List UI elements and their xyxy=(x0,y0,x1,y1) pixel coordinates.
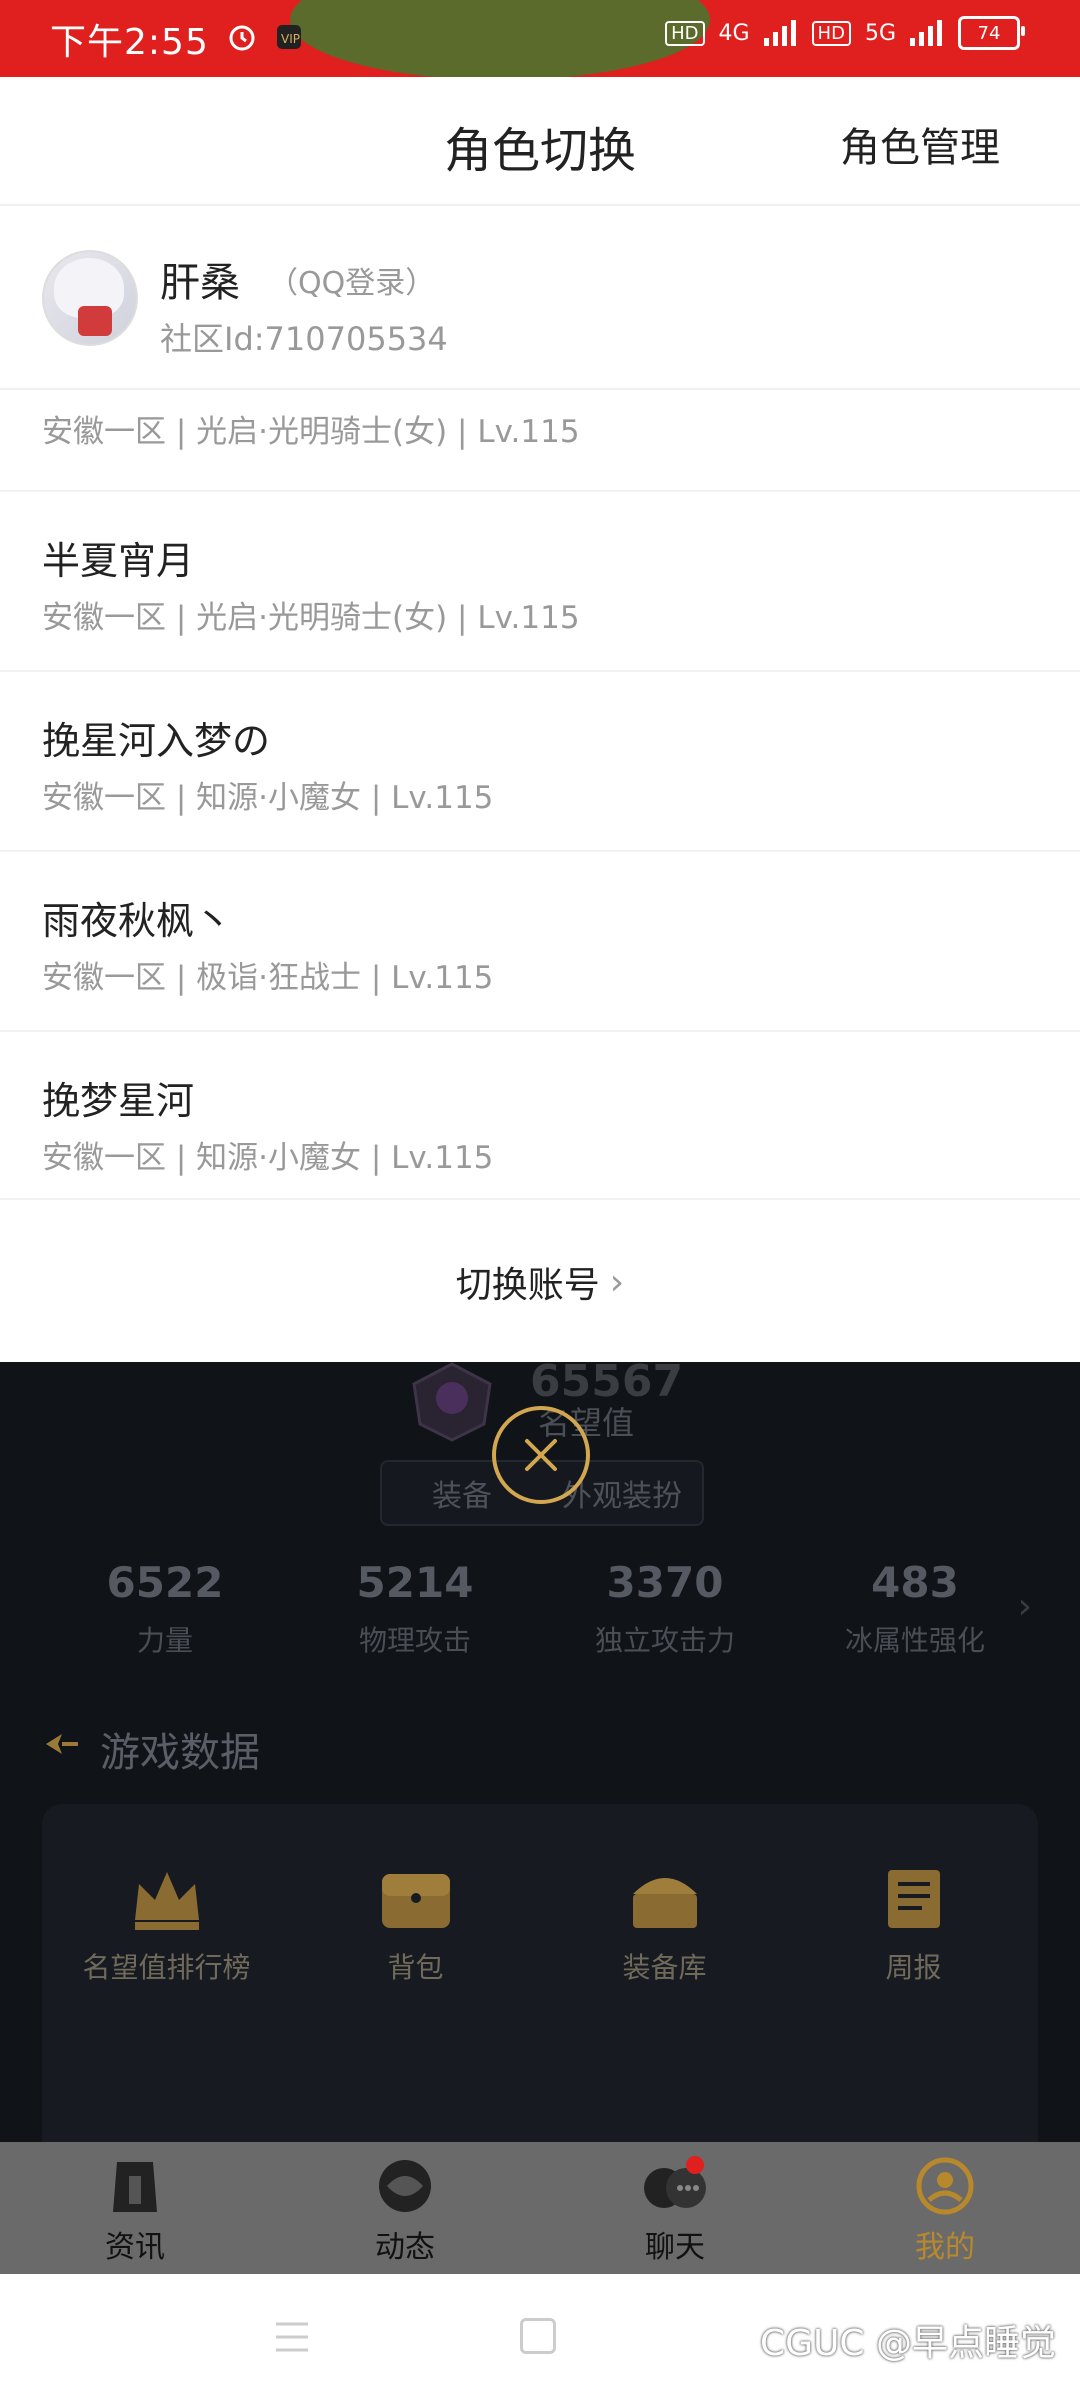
network-5g: 5G xyxy=(864,20,896,46)
account-name: 肝桑 xyxy=(160,260,240,306)
grid-item-weekly[interactable]: 周报 xyxy=(789,1864,1038,1986)
stat-label: 冰属性强化 xyxy=(844,1624,985,1657)
stat-value: 6522 xyxy=(106,1558,224,1607)
role-switch-sheet: 角色切换 角色管理 肝桑 （QQ登录） 社区Id:710705534 安徽一区 … xyxy=(0,77,1080,1362)
role-info: 安徽一区 | 光启·光明骑士(女) | Lv.115 xyxy=(42,414,580,450)
signal-icon xyxy=(763,20,796,46)
status-time: 下午2:55 xyxy=(50,21,209,63)
alarm-icon xyxy=(227,22,257,56)
hd-badge: HD xyxy=(665,20,705,46)
arrow-spark-icon xyxy=(46,1734,78,1754)
network-4g: 4G xyxy=(718,20,750,46)
switch-account-label: 切换账号 xyxy=(455,1265,600,1306)
scroll-icon xyxy=(887,1870,940,1928)
tab-label: 动态 xyxy=(375,2230,435,2265)
switch-account-button[interactable]: 切换账号 › xyxy=(0,1200,1080,1364)
notification-dot xyxy=(686,2156,704,2174)
vip-app-icon: VIP xyxy=(275,23,303,55)
role-item[interactable]: 雨夜秋枫丶 安徽一区 | 极诣·狂战士 | Lv.115 xyxy=(0,852,1080,1032)
close-icon xyxy=(525,1439,557,1471)
grid-item-bag[interactable]: 背包 xyxy=(291,1864,540,1986)
stat-item: 6522 力量 xyxy=(40,1558,290,1659)
community-id: 社区Id:710705534 xyxy=(160,320,448,358)
bag-icon xyxy=(381,1874,450,1928)
role-name: 挽梦星河 xyxy=(42,1079,195,1123)
role-item[interactable]: 半夏宵月 安徽一区 | 光启·光明骑士(女) | Lv.115 xyxy=(0,492,1080,672)
role-info: 安徽一区 | 极诣·狂战士 | Lv.115 xyxy=(42,960,494,996)
account-login-type: （QQ登录） xyxy=(268,266,436,301)
grid-item-label: 装备库 xyxy=(622,1951,707,1984)
sheet-header: 角色切换 角色管理 xyxy=(0,77,1080,206)
role-name: 雨夜秋枫丶 xyxy=(42,899,233,943)
bottom-tab-bar: 资讯 动态 聊天 我的 xyxy=(0,2142,1080,2274)
stat-value: 5214 xyxy=(356,1558,474,1607)
stat-value: 3370 xyxy=(606,1558,724,1607)
profile-icon xyxy=(916,2157,974,2215)
menu-icon[interactable] xyxy=(274,2320,310,2354)
grid-item-armory[interactable]: 装备库 xyxy=(540,1864,789,1986)
stat-item: 483 冰属性强化 xyxy=(790,1558,1040,1659)
avatar xyxy=(42,250,138,346)
tab-label: 聊天 xyxy=(645,2230,705,2265)
account-row: 肝桑 （QQ登录） 社区Id:710705534 xyxy=(0,206,1080,390)
status-bar: 下午2:55 VIP HD 4G HD 5G 74 xyxy=(0,0,1080,77)
stat-label: 物理攻击 xyxy=(358,1624,471,1657)
system-nav-bar: CGUC @早点睡觉 xyxy=(0,2274,1080,2400)
close-button[interactable] xyxy=(492,1406,590,1504)
role-name: 挽星河入梦の xyxy=(42,719,271,763)
chest-icon xyxy=(632,1878,697,1928)
news-icon xyxy=(113,2162,157,2212)
battery-level: 74 xyxy=(977,22,1001,44)
stat-item: 3370 独立攻击力 xyxy=(540,1558,790,1659)
role-item[interactable]: 挽梦星河 安徽一区 | 知源·小魔女 | Lv.115 xyxy=(0,1032,1080,1200)
rank-medal-icon xyxy=(412,1362,492,1442)
tab-feed[interactable]: 动态 xyxy=(270,2142,540,2274)
battery-icon: 74 xyxy=(958,16,1025,50)
svg-text:VIP: VIP xyxy=(281,32,300,46)
section-title: 游戏数据 xyxy=(100,1730,260,1776)
grid-item-label: 名望值排行榜 xyxy=(82,1951,251,1984)
stat-value: 483 xyxy=(871,1558,959,1607)
stat-label: 力量 xyxy=(136,1624,193,1657)
stats-row: 6522 力量 5214 物理攻击 3370 独立攻击力 483 冰属性强化 xyxy=(0,1558,1080,1659)
stat-item: 5214 物理攻击 xyxy=(290,1558,540,1659)
tab-chat[interactable]: 聊天 xyxy=(540,2142,810,2274)
watermark: CGUC @早点睡觉 xyxy=(760,2323,1056,2364)
crown-icon xyxy=(134,1872,199,1930)
home-button[interactable] xyxy=(520,2318,556,2354)
chevron-right-icon[interactable]: › xyxy=(1018,1586,1032,1627)
grid-item-label: 背包 xyxy=(387,1951,444,1984)
role-name: 半夏宵月 xyxy=(42,539,195,583)
grid-item-label: 周报 xyxy=(885,1951,942,1984)
chevron-right-icon: › xyxy=(609,1261,625,1303)
role-item[interactable]: 挽星河入梦の 安徽一区 | 知源·小魔女 | Lv.115 xyxy=(0,672,1080,852)
role-info: 安徽一区 | 光启·光明骑士(女) | Lv.115 xyxy=(42,600,580,636)
hd-badge-2: HD xyxy=(811,20,851,46)
tab-label: 我的 xyxy=(915,2230,975,2265)
tab-label: 资讯 xyxy=(105,2230,165,2265)
status-right: HD 4G HD 5G 74 xyxy=(665,16,1025,50)
role-manage-button[interactable]: 角色管理 xyxy=(840,115,1000,173)
stat-label: 独立攻击力 xyxy=(594,1624,735,1657)
tab-profile[interactable]: 我的 xyxy=(810,2142,1080,2274)
profile-background: 65567 名望值 装备 外观装扮 6522 力量 5214 物理攻击 3370… xyxy=(0,1356,1080,2204)
grid-item-ranking[interactable]: 名望值排行榜 xyxy=(42,1864,291,1986)
tab-news[interactable]: 资讯 xyxy=(0,2142,270,2274)
feed-icon xyxy=(379,2160,431,2212)
signal-icon-2 xyxy=(910,20,942,46)
role-item[interactable]: 安徽一区 | 光启·光明骑士(女) | Lv.115 xyxy=(0,390,1080,492)
role-info: 安徽一区 | 知源·小魔女 | Lv.115 xyxy=(42,1140,494,1176)
role-info: 安徽一区 | 知源·小魔女 | Lv.115 xyxy=(42,780,494,816)
